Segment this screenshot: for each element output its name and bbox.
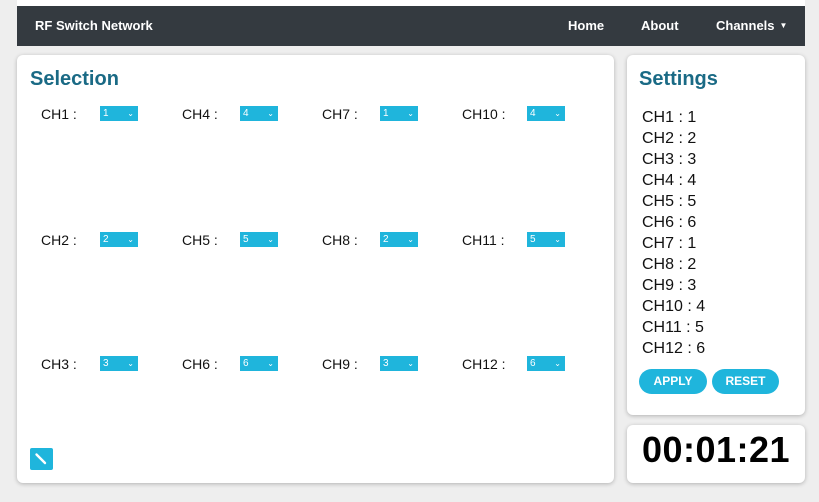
channel-select-ch5[interactable]: 5 ⌄ [240, 232, 278, 247]
channel-label: CH9 : [322, 356, 358, 372]
chevron-down-icon: ⌄ [127, 235, 134, 244]
channel-select-ch11[interactable]: 5 ⌄ [527, 232, 565, 247]
channel-select-ch4[interactable]: 4 ⌄ [240, 106, 278, 121]
settings-list: CH1 : 1 CH2 : 2 CH3 : 3 CH4 : 4 CH5 : 5 … [642, 107, 705, 359]
settings-item: CH1 : 1 [642, 109, 697, 126]
timer-display: 00:01:21 [641, 429, 791, 470]
channel-select-ch10[interactable]: 4 ⌄ [527, 106, 565, 121]
channel-select-ch2[interactable]: 2 ⌄ [100, 232, 138, 247]
channel-label: CH2 : [41, 232, 77, 248]
settings-item: CH8 : 2 [642, 256, 697, 273]
caret-down-icon: ▼ [779, 21, 788, 30]
chevron-down-icon: ⌄ [407, 109, 414, 118]
chevron-down-icon: ⌄ [127, 359, 134, 368]
chevron-down-icon: ⌄ [267, 235, 274, 244]
channel-label: CH7 : [322, 106, 358, 122]
channel-row-ch12: CH12 : 6 ⌄ [462, 355, 565, 373]
chevron-down-icon: ⌄ [554, 235, 561, 244]
channel-select-ch1[interactable]: 1 ⌄ [100, 106, 138, 121]
chevron-down-icon: ⌄ [267, 109, 274, 118]
channel-row-ch7: CH7 : 1 ⌄ [322, 105, 418, 123]
brand-title[interactable]: RF Switch Network [35, 18, 153, 33]
channel-select-ch8[interactable]: 2 ⌄ [380, 232, 418, 247]
reset-button[interactable]: RESET [712, 369, 779, 394]
channel-row-ch10: CH10 : 4 ⌄ [462, 105, 565, 123]
channel-select-ch6[interactable]: 6 ⌄ [240, 356, 278, 371]
nav-dropdown-channels[interactable]: Channels ▼ [716, 18, 787, 33]
chevron-down-icon: ⌄ [407, 359, 414, 368]
settings-item: CH4 : 4 [642, 172, 697, 189]
settings-item: CH5 : 5 [642, 193, 697, 210]
edit-button[interactable] [30, 448, 53, 470]
chevron-down-icon: ⌄ [554, 359, 561, 368]
channel-select-ch9[interactable]: 3 ⌄ [380, 356, 418, 371]
navbar: RF Switch Network Home About Channels ▼ [17, 6, 805, 46]
channel-label: CH11 : [462, 232, 505, 248]
channel-label: CH3 : [41, 356, 77, 372]
settings-title: Settings [639, 68, 718, 90]
chevron-down-icon: ⌄ [554, 109, 561, 118]
channel-row-ch2: CH2 : 2 ⌄ [41, 231, 138, 249]
settings-item: CH6 : 6 [642, 214, 697, 231]
selection-title: Selection [30, 68, 119, 90]
channel-select-ch7[interactable]: 1 ⌄ [380, 106, 418, 121]
channel-select-ch3[interactable]: 3 ⌄ [100, 356, 138, 371]
channel-row-ch8: CH8 : 2 ⌄ [322, 231, 418, 249]
channel-row-ch1: CH1 : 1 ⌄ [41, 105, 138, 123]
timer-panel: 00:01:21 [627, 425, 805, 483]
apply-button[interactable]: APPLY [639, 369, 707, 394]
nav-link-home[interactable]: Home [568, 18, 604, 33]
channel-row-ch3: CH3 : 3 ⌄ [41, 355, 138, 373]
chevron-down-icon: ⌄ [407, 235, 414, 244]
channel-select-ch12[interactable]: 6 ⌄ [527, 356, 565, 371]
nav-link-about[interactable]: About [641, 18, 679, 33]
channel-row-ch4: CH4 : 4 ⌄ [182, 105, 278, 123]
channel-row-ch9: CH9 : 3 ⌄ [322, 355, 418, 373]
settings-panel: Settings CH1 : 1 CH2 : 2 CH3 : 3 CH4 : 4… [627, 55, 805, 415]
channel-row-ch5: CH5 : 5 ⌄ [182, 231, 278, 249]
chevron-down-icon: ⌄ [127, 109, 134, 118]
channel-label: CH12 : [462, 356, 506, 372]
settings-item: CH2 : 2 [642, 130, 697, 147]
settings-item: CH10 : 4 [642, 298, 706, 315]
chevron-down-icon: ⌄ [267, 359, 274, 368]
settings-item: CH9 : 3 [642, 277, 697, 294]
channel-row-ch6: CH6 : 6 ⌄ [182, 355, 278, 373]
channel-label: CH10 : [462, 106, 506, 122]
settings-item: CH7 : 1 [642, 235, 697, 252]
channel-label: CH1 : [41, 106, 77, 122]
channel-row-ch11: CH11 : 5 ⌄ [462, 231, 565, 249]
nav-link-channels-label: Channels [716, 18, 775, 33]
channel-label: CH4 : [182, 106, 218, 122]
selection-panel: Selection CH1 : 1 ⌄ CH2 : 2 ⌄ CH3 : 3 ⌄ CH4 : 4… [17, 55, 614, 483]
settings-item: CH11 : 5 [642, 319, 704, 336]
channel-label: CH6 : [182, 356, 218, 372]
channel-label: CH5 : [182, 232, 218, 248]
pencil-icon [35, 453, 47, 465]
settings-item: CH3 : 3 [642, 151, 697, 168]
channel-label: CH8 : [322, 232, 358, 248]
settings-item: CH12 : 6 [642, 340, 706, 357]
